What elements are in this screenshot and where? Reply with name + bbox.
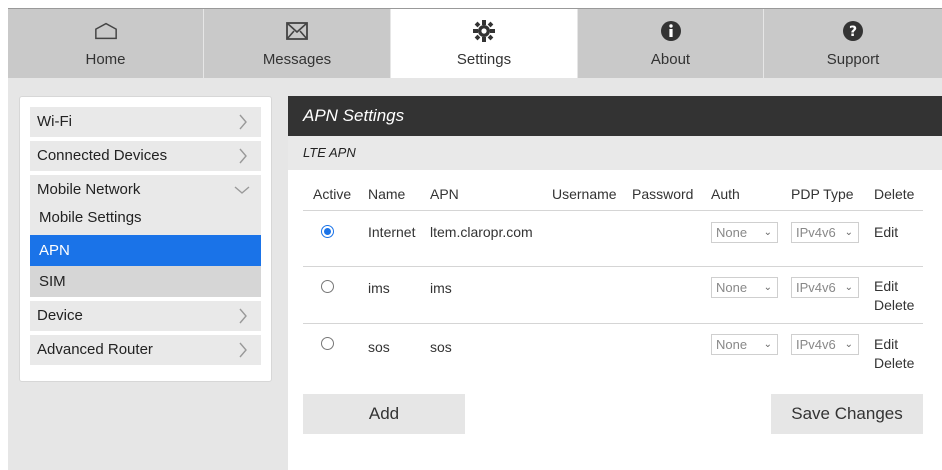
apn-settings-panel: APN Settings LTE APN Active Name APN Use… bbox=[288, 96, 942, 470]
top-nav: Home Messages Settings About ? Support bbox=[8, 8, 942, 79]
col-name: Name bbox=[368, 186, 406, 202]
edit-link[interactable]: Edit bbox=[874, 278, 898, 294]
auth-value: None bbox=[716, 337, 748, 352]
tab-support[interactable]: ? Support bbox=[764, 9, 942, 79]
table-row: ims ims None ⌄ IPv4v6 ⌄ Edit Delete bbox=[303, 266, 923, 323]
row-name: ims bbox=[368, 280, 390, 296]
pdp-value: IPv4v6 bbox=[796, 225, 836, 240]
col-active: Active bbox=[313, 186, 352, 202]
sidebar-item-mobile-settings[interactable]: Mobile Settings bbox=[30, 205, 261, 235]
sidebar-item-sim[interactable]: SIM bbox=[30, 266, 261, 297]
sidebar-item-device[interactable]: Device bbox=[30, 301, 261, 331]
panel-subtitle: LTE APN bbox=[288, 136, 942, 170]
sidebar-item-label: Device bbox=[37, 307, 83, 324]
row-name: sos bbox=[368, 339, 390, 355]
tab-settings-label: Settings bbox=[456, 51, 512, 68]
auth-value: None bbox=[716, 280, 748, 295]
sidebar-item-label: Mobile Network bbox=[37, 181, 141, 198]
sidebar-item-apn[interactable]: APN bbox=[30, 235, 261, 266]
sidebar-item-label: Advanced Router bbox=[37, 341, 153, 358]
envelope-icon bbox=[285, 19, 309, 43]
col-pdp-type: PDP Type bbox=[791, 186, 854, 202]
table-row: sos sos None ⌄ IPv4v6 ⌄ Edit Delete bbox=[303, 323, 923, 379]
chevron-down-icon: ⌄ bbox=[763, 282, 772, 293]
col-auth: Auth bbox=[711, 186, 740, 202]
row-apn: ltem.claropr.com bbox=[430, 224, 533, 240]
sidebar-item-advanced-router[interactable]: Advanced Router bbox=[30, 335, 261, 365]
tab-about-label: About bbox=[650, 51, 691, 68]
active-radio[interactable] bbox=[321, 280, 334, 293]
sidebar-item-wifi[interactable]: Wi-Fi bbox=[30, 107, 261, 137]
gear-icon bbox=[472, 19, 496, 43]
sidebar-item-label: SIM bbox=[39, 273, 66, 290]
pdp-select[interactable]: IPv4v6 ⌄ bbox=[791, 334, 859, 355]
tab-support-label: Support bbox=[826, 51, 880, 68]
sidebar-item-connected-devices[interactable]: Connected Devices bbox=[30, 141, 261, 171]
settings-sidebar: Wi-Fi Connected Devices Mobile Network M… bbox=[19, 96, 272, 382]
chevron-down-icon: ⌄ bbox=[844, 282, 853, 293]
chevron-down-icon: ⌄ bbox=[844, 339, 853, 350]
chevron-down-icon: ⌄ bbox=[763, 339, 772, 350]
chevron-down-icon: ⌄ bbox=[844, 227, 853, 238]
panel-title: APN Settings bbox=[288, 96, 942, 136]
tab-settings[interactable]: Settings bbox=[391, 9, 578, 79]
info-icon bbox=[659, 19, 683, 43]
table-row: Internet ltem.claropr.com None ⌄ IPv4v6 ⌄ … bbox=[303, 210, 923, 266]
row-name: Internet bbox=[368, 224, 416, 240]
pdp-value: IPv4v6 bbox=[796, 280, 836, 295]
tab-messages[interactable]: Messages bbox=[204, 9, 391, 79]
auth-value: None bbox=[716, 225, 748, 240]
chevron-right-icon bbox=[239, 308, 247, 324]
col-password: Password bbox=[632, 186, 694, 202]
active-radio[interactable] bbox=[321, 225, 334, 238]
row-apn: ims bbox=[430, 280, 452, 296]
auth-select[interactable]: None ⌄ bbox=[711, 334, 778, 355]
sidebar-group-mobile-network: Mobile Network Mobile Settings APN SIM bbox=[30, 175, 261, 297]
edit-link[interactable]: Edit bbox=[874, 224, 898, 240]
tab-about[interactable]: About bbox=[578, 9, 764, 79]
add-button[interactable]: Add bbox=[303, 394, 465, 434]
delete-link[interactable]: Delete bbox=[874, 297, 914, 313]
auth-select[interactable]: None ⌄ bbox=[711, 222, 778, 243]
edit-link[interactable]: Edit bbox=[874, 336, 898, 352]
sidebar-item-label: Mobile Settings bbox=[39, 209, 142, 226]
col-username: Username bbox=[552, 186, 617, 202]
tab-messages-label: Messages bbox=[262, 51, 332, 68]
auth-select[interactable]: None ⌄ bbox=[711, 277, 778, 298]
pdp-select[interactable]: IPv4v6 ⌄ bbox=[791, 222, 859, 243]
home-icon bbox=[94, 19, 118, 43]
tab-home[interactable]: Home bbox=[8, 9, 204, 79]
col-delete: Delete bbox=[874, 186, 915, 202]
chevron-down-icon bbox=[234, 186, 250, 194]
delete-link[interactable]: Delete bbox=[874, 355, 914, 371]
pdp-value: IPv4v6 bbox=[796, 337, 836, 352]
sidebar-item-label: APN bbox=[39, 242, 70, 259]
active-radio[interactable] bbox=[321, 337, 334, 350]
chevron-right-icon bbox=[239, 114, 247, 130]
chevron-right-icon bbox=[239, 148, 247, 164]
sidebar-item-label: Wi-Fi bbox=[37, 113, 72, 130]
tab-home-label: Home bbox=[85, 51, 126, 68]
save-changes-button[interactable]: Save Changes bbox=[771, 394, 923, 434]
left-strip bbox=[0, 0, 8, 470]
col-apn: APN bbox=[430, 186, 459, 202]
top-strip bbox=[0, 0, 942, 8]
sidebar-item-label: Connected Devices bbox=[37, 147, 168, 164]
chevron-right-icon bbox=[239, 342, 247, 358]
chevron-down-icon: ⌄ bbox=[763, 227, 772, 238]
help-icon: ? bbox=[841, 19, 865, 43]
row-apn: sos bbox=[430, 339, 452, 355]
content-area: Wi-Fi Connected Devices Mobile Network M… bbox=[8, 78, 942, 470]
sidebar-item-mobile-network[interactable]: Mobile Network bbox=[30, 175, 261, 205]
pdp-select[interactable]: IPv4v6 ⌄ bbox=[791, 277, 859, 298]
svg-text:?: ? bbox=[849, 24, 857, 40]
